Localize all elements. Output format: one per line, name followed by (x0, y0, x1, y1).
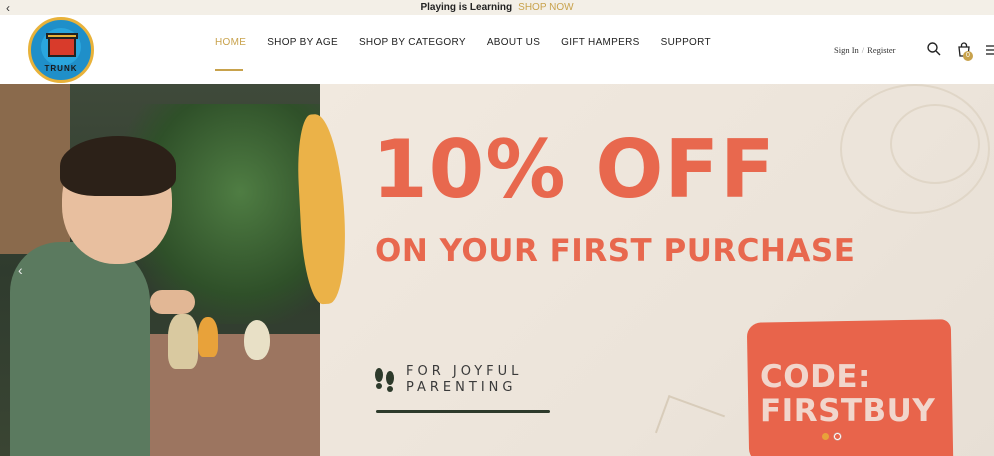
site-header: TRUNK HOME SHOP BY AGE SHOP BY CATEGORY … (0, 15, 994, 85)
promo-code-label: CODE: (760, 359, 871, 395)
nav-item-shop-by-age[interactable]: SHOP BY AGE (267, 37, 338, 48)
photo-child-hair (60, 136, 176, 196)
photo-wooden-toy (244, 320, 270, 360)
logo-trunk-box (48, 37, 76, 57)
tagline-line-1: FOR JOYFUL (406, 364, 523, 379)
site-logo[interactable]: TRUNK (28, 17, 94, 83)
promo-headline: 10% OFF (372, 123, 776, 216)
promo-subline: ON YOUR FIRST PURCHASE (375, 233, 856, 269)
nav-item-gift-hampers[interactable]: GIFT HAMPERS (561, 37, 639, 48)
register-link[interactable]: Register (867, 45, 895, 55)
nav-item-about-us[interactable]: ABOUT US (487, 37, 540, 48)
account-links: Sign In / Register (834, 45, 896, 55)
sign-in-link[interactable]: Sign In (834, 45, 859, 55)
decorative-swirl (890, 104, 980, 184)
tagline-underline (376, 410, 550, 413)
slider-dots (822, 433, 846, 440)
announcement-bar: ‹ Playing is Learning SHOP NOW (0, 0, 994, 15)
promo-code-value: FIRSTBUY (760, 393, 936, 430)
account-separator: / (861, 45, 865, 55)
search-icon[interactable] (927, 42, 941, 56)
nav-active-underline (215, 69, 243, 71)
announcement-message: Playing is Learning (420, 2, 513, 13)
nav-item-home[interactable]: HOME (215, 37, 246, 48)
photo-child-body (10, 242, 150, 456)
hero-photo (0, 84, 320, 456)
shop-now-link[interactable]: SHOP NOW (518, 2, 573, 13)
promo-tagline: FOR JOYFUL PARENTING (406, 364, 522, 397)
hero-slider: 10% OFF ON YOUR FIRST PURCHASE FOR JOYFU… (0, 84, 994, 456)
nav-item-shop-by-category[interactable]: SHOP BY CATEGORY (359, 37, 466, 48)
decorative-doodle (654, 394, 726, 454)
slider-prev-arrow[interactable]: ‹ (18, 262, 23, 278)
slider-dot-2[interactable] (834, 433, 841, 440)
tagline-line-2: PARENTING (406, 380, 517, 396)
logo-text: TRUNK (44, 64, 78, 73)
main-nav: HOME SHOP BY AGE SHOP BY CATEGORY ABOUT … (215, 37, 732, 48)
nav-item-support[interactable]: SUPPORT (661, 37, 711, 48)
promo-banner[interactable]: 10% OFF ON YOUR FIRST PURCHASE FOR JOYFU… (295, 84, 994, 456)
photo-wooden-toy (168, 314, 198, 369)
photo-child-hand (150, 290, 195, 314)
cart-count-badge: 0 (963, 51, 973, 61)
slider-dot-1[interactable] (822, 433, 829, 440)
photo-wooden-toy (198, 317, 218, 357)
menu-icon[interactable] (986, 45, 994, 55)
promo-code: CODE: FIRSTBUY (760, 360, 935, 428)
announcement-prev-arrow[interactable]: ‹ (6, 0, 10, 15)
footprints-icon (375, 368, 394, 392)
